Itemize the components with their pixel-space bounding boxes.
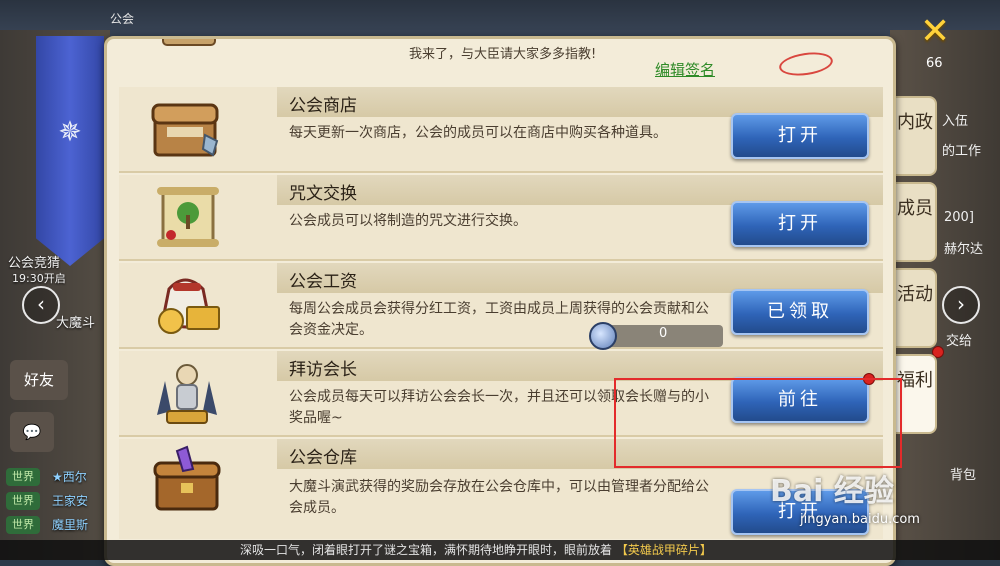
right-hud-text: 交给 bbox=[946, 334, 973, 349]
prev-arrow-icon[interactable]: ‹ bbox=[22, 286, 60, 324]
system-ticker: 深吸一口气，闭着眼打开了谜之宝箱，满怀期待地睁开眼时，眼前放着 【英雄战甲碎片】 bbox=[0, 540, 1000, 560]
guild-guess-label: 公会竞猜 bbox=[8, 256, 61, 271]
scroll-icon bbox=[147, 179, 227, 255]
player-level: 66 bbox=[926, 56, 943, 71]
tab-activities[interactable]: 活动 bbox=[893, 268, 937, 348]
ticker-text: 深吸一口气，闭着眼打开了谜之宝箱，满怀期待地睁开眼时，眼前放着 bbox=[240, 543, 613, 557]
friends-button[interactable]: 好友 bbox=[10, 360, 68, 400]
guild-wages-row: 公会工资 每周公会成员会获得分红工资，工资由成员上周获得的公会贡献和公会资金决定… bbox=[119, 263, 883, 350]
tab-label: 内政 bbox=[897, 112, 933, 133]
highlight-box bbox=[614, 378, 902, 468]
guild-guess-time: 19:30开启 bbox=[12, 272, 66, 285]
top-hud-label: 公会 bbox=[110, 12, 135, 26]
guild-notice-text: 我来了，与大臣请大家多多指教! bbox=[409, 47, 597, 62]
row-title: 公会仓库 bbox=[289, 448, 357, 468]
great-magic-battle-label: 大魔斗 bbox=[56, 316, 96, 331]
right-hud-text: 赫尔达 bbox=[944, 242, 984, 257]
row-title: 公会工资 bbox=[289, 272, 357, 292]
spell-exchange-row: 咒文交换 公会成员可以将制造的咒文进行交换。 打开 bbox=[119, 175, 883, 261]
guild-emblem-icon: ✵ bbox=[58, 115, 82, 148]
treasure-chest-shop-icon bbox=[147, 91, 227, 167]
next-arrow-icon[interactable]: › bbox=[942, 286, 980, 324]
chat-channel-tag: 世界 bbox=[6, 468, 40, 486]
open-spell-exchange-button[interactable]: 打开 bbox=[731, 201, 869, 247]
right-hud-text: 入伍 bbox=[942, 114, 969, 129]
chat-name: ★西尔 bbox=[52, 470, 87, 484]
guild-notice-row: 我来了，与大臣请大家多多指教! 编辑签名 bbox=[119, 39, 883, 79]
row-description: 大魔斗演武获得的奖励会存放在公会仓库中，可以由管理者分配给公会成员。 bbox=[289, 479, 709, 516]
tab-label: 活动 bbox=[897, 284, 933, 305]
claimed-wages-button[interactable]: 已领取 bbox=[731, 289, 869, 335]
close-icon[interactable]: ✕ bbox=[920, 14, 956, 50]
baidu-watermark: Bai 经验 bbox=[770, 474, 894, 509]
notice-board-icon bbox=[159, 39, 219, 51]
leader-statue-icon bbox=[147, 355, 227, 431]
chat-name: 魔里斯 bbox=[52, 518, 89, 532]
chat-bubble-icon[interactable]: 💬 bbox=[10, 412, 54, 452]
right-hud-text: 的工作 bbox=[942, 144, 982, 159]
ticker-highlight: 【英雄战甲碎片】 bbox=[615, 543, 712, 557]
chat-channel-tag: 世界 bbox=[6, 516, 40, 534]
baidu-watermark-url: jingyan.baidu.com bbox=[800, 512, 920, 527]
tab-label: 福利 bbox=[897, 370, 933, 391]
tab-members[interactable]: 成员 bbox=[893, 182, 937, 262]
row-description: 每天更新一次商店，公会的成员可以在商店中购买各种道具。 bbox=[289, 125, 667, 141]
edit-signature-link[interactable]: 编辑签名 bbox=[655, 59, 715, 80]
row-description: 公会成员可以将制造的咒文进行交换。 bbox=[289, 213, 527, 229]
chat-channel-tag: 世界 bbox=[6, 492, 40, 510]
guild-shop-row: 公会商店 每天更新一次商店，公会的成员可以在商店中购买各种道具。 打开 bbox=[119, 87, 883, 173]
row-title: 拜访会长 bbox=[289, 360, 357, 380]
row-title: 咒文交换 bbox=[289, 184, 357, 204]
top-hud-bar bbox=[0, 0, 1000, 40]
chat-name: 王家安 bbox=[52, 494, 89, 508]
tab-internal-affairs[interactable]: 内政 bbox=[893, 96, 937, 176]
right-hud-text: 200] bbox=[944, 210, 974, 225]
row-title: 公会商店 bbox=[289, 96, 357, 116]
coin-bag-icon bbox=[147, 267, 227, 343]
wage-amount-value: 0 bbox=[659, 326, 668, 341]
guild-stamp-icon bbox=[777, 49, 835, 79]
guild-coin-icon bbox=[589, 322, 617, 350]
storage-chest-icon bbox=[147, 443, 227, 519]
tab-label: 成员 bbox=[897, 198, 933, 219]
open-shop-button[interactable]: 打开 bbox=[731, 113, 869, 159]
right-hud-text: 背包 bbox=[950, 468, 977, 483]
